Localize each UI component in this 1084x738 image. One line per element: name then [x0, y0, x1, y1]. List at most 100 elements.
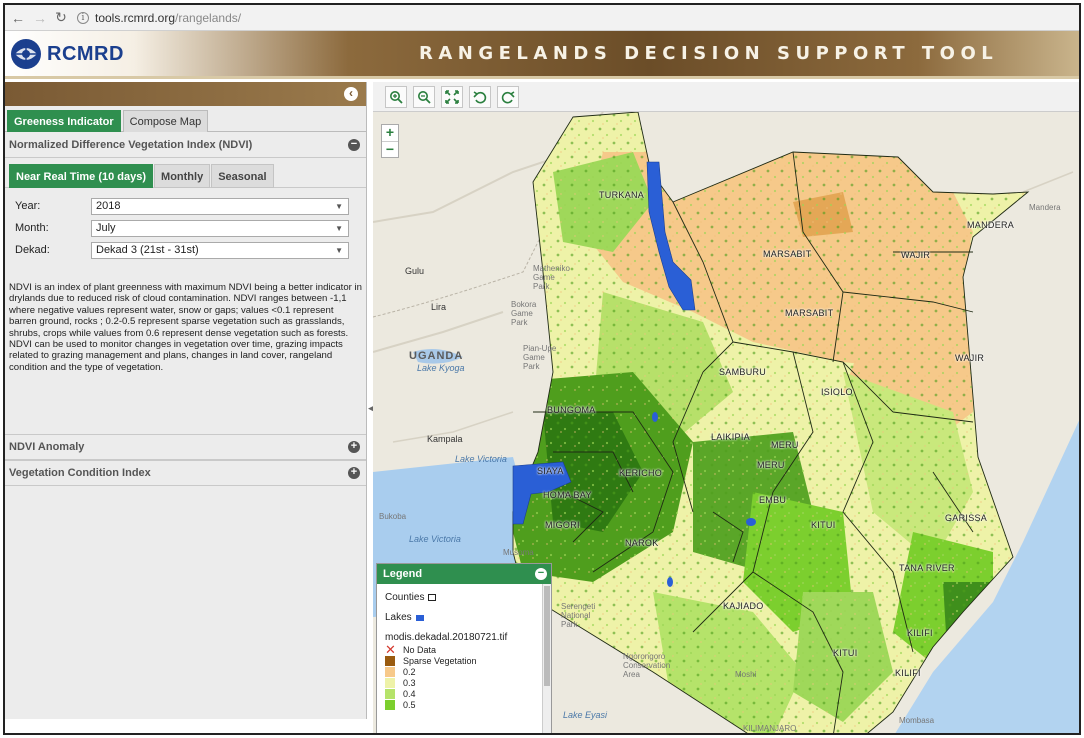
map-label-bokora: Bokora Game Park	[511, 300, 537, 327]
map-label-marsabit-2: MARSABIT	[785, 308, 834, 318]
small-lake	[667, 577, 673, 587]
month-value: July	[96, 221, 116, 234]
rcmrd-logo[interactable]: RCMRD	[9, 37, 124, 71]
legend-swatch	[385, 700, 395, 710]
ndvi-anomaly-section[interactable]: NDVI Anomaly +	[5, 434, 366, 460]
legend-counties-label: Counties	[385, 592, 425, 603]
year-row: Year: 2018 ▼	[5, 196, 366, 216]
map-label-kericho: KERICHO	[619, 468, 663, 478]
collapse-panel-icon[interactable]: ‹	[344, 87, 358, 101]
tab-greeness-indicator[interactable]: Greeness Indicator	[7, 110, 121, 132]
map-label-narok: NAROK	[625, 538, 659, 548]
legend-class-row: 0.5	[385, 700, 551, 710]
map-area[interactable]: + − TURKANA MARSABIT MARSABIT MANDERA WA…	[373, 82, 1079, 733]
legend-class-row: 0.3	[385, 678, 551, 688]
map-label-kajiado: KAJIADO	[723, 601, 764, 611]
map-label-wajir-2: WAJIR	[955, 353, 985, 363]
forward-arrow-icon[interactable]: →	[33, 10, 47, 26]
legend-class-label: 0.3	[403, 678, 416, 688]
legend-class-label: 0.5	[403, 700, 416, 710]
map-zoom-minus-button[interactable]: −	[382, 141, 398, 157]
map-label-turkana: TURKANA	[599, 190, 645, 200]
legend-scroll-thumb[interactable]	[544, 586, 550, 686]
globe-logo-icon	[11, 39, 41, 69]
vci-section[interactable]: Vegetation Condition Index +	[5, 460, 366, 486]
ndvi-section-header[interactable]: Normalized Difference Vegetation Index (…	[5, 132, 366, 158]
legend-swatch	[385, 689, 395, 699]
zoom-out-icon	[418, 90, 431, 104]
dekad-label: Dekad:	[15, 244, 50, 256]
map-label-musoma: Musoma	[503, 548, 534, 557]
year-select[interactable]: 2018 ▼	[91, 197, 349, 215]
map-label-homa-bay: HOMA BAY	[543, 490, 592, 500]
subtab-seasonal[interactable]: Seasonal	[211, 164, 274, 188]
map-label-meru: MERU	[771, 440, 799, 450]
map-label-marsabit: MARSABIT	[763, 249, 812, 259]
lower-sections: NDVI Anomaly + Vegetation Condition Inde…	[5, 434, 366, 486]
redo-button[interactable]	[497, 85, 519, 108]
map-label-meru-2: MERU	[757, 460, 785, 470]
map-label-embu: EMBU	[759, 495, 787, 505]
panel-strip: ‹	[5, 82, 366, 106]
month-select[interactable]: July ▼	[91, 219, 349, 237]
map-label-lake-eyasi: Lake Eyasi	[563, 710, 608, 720]
full-extent-icon	[445, 89, 459, 104]
undo-button[interactable]	[469, 85, 491, 108]
back-arrow-icon[interactable]: ←	[11, 10, 25, 26]
legend-class-label: No Data	[403, 645, 437, 655]
map-label-pian-upe: Pian-Upe Game Park	[523, 344, 557, 371]
ndvi-section-title: Normalized Difference Vegetation Index (…	[9, 138, 253, 151]
map-label-bungoma: BUNGOMA	[547, 405, 596, 415]
legend-swatch	[385, 678, 395, 688]
ndvi-description: NDVI is an index of plant greenness with…	[9, 282, 363, 373]
map-label-kilifi-2: KILIFI	[895, 668, 921, 678]
subtab-monthly[interactable]: Monthly	[154, 164, 211, 188]
map-label-lira: Lira	[431, 302, 447, 312]
minimize-icon[interactable]: −	[535, 568, 547, 580]
browser-bar: ← → ↻ i tools.rcmrd.org/rangelands/	[5, 5, 1079, 31]
expand-plus-icon[interactable]: +	[348, 441, 360, 453]
legend-class-row: 0.2	[385, 667, 551, 677]
map-label-migori: MIGORI	[545, 520, 580, 530]
full-extent-button[interactable]	[441, 85, 463, 108]
legend-class-row: 0.4	[385, 689, 551, 699]
main-tabs: Greeness Indicator Compose Map	[5, 106, 366, 132]
map-label-lake-victoria-2: Lake Victoria	[409, 534, 461, 544]
map-label-kampala: Kampala	[427, 434, 463, 444]
map-label-serengeti: Serengeti National Park	[561, 602, 596, 629]
chevron-down-icon: ▼	[335, 223, 343, 233]
collapse-minus-icon[interactable]: −	[348, 138, 360, 151]
map-label-ngorongoro: Ngorongoro Conservation Area	[623, 652, 671, 679]
address-bar[interactable]: i tools.rcmrd.org/rangelands/	[77, 11, 241, 25]
legend-class-label: Sparse Vegetation	[403, 656, 477, 666]
legend-panel: Legend − Counties Lakes modis.dekadal.20…	[376, 563, 552, 733]
screenshot-frame: ← → ↻ i tools.rcmrd.org/rangelands/ RCMR…	[3, 3, 1081, 735]
chevron-down-icon: ▼	[335, 201, 343, 211]
legend-class-label: 0.4	[403, 689, 416, 699]
map-label-mandera: MANDERA	[967, 220, 1015, 230]
tab-compose-map[interactable]: Compose Map	[122, 110, 209, 132]
info-icon[interactable]: i	[77, 11, 89, 24]
legend-scrollbar[interactable]	[542, 584, 551, 733]
zoom-in-button[interactable]	[385, 85, 407, 108]
map-label-kilifi: KILIFI	[907, 628, 933, 638]
legend-class-row: ✕ No Data	[385, 642, 551, 657]
reload-icon[interactable]: ↻	[55, 9, 67, 26]
map-label-samburu: SAMBURU	[719, 367, 767, 377]
legend-lakes-row: Lakes	[385, 612, 551, 623]
url-host: tools.rcmrd.org	[95, 10, 176, 25]
subtab-near-real-time[interactable]: Near Real Time (10 days)	[9, 164, 154, 188]
app-title: RANGELANDS DECISION SUPPORT TOOL	[419, 43, 999, 64]
dekad-select[interactable]: Dekad 3 (21st - 31st) ▼	[91, 241, 349, 259]
expand-plus-icon[interactable]: +	[348, 467, 360, 479]
map-zoom-plus-button[interactable]: +	[382, 125, 398, 141]
zoom-out-button[interactable]	[413, 85, 435, 108]
redo-icon	[501, 90, 515, 103]
legend-header[interactable]: Legend −	[377, 564, 551, 584]
month-label: Month:	[15, 222, 49, 234]
dekad-row: Dekad: Dekad 3 (21st - 31st) ▼	[5, 240, 366, 260]
county-outline-swatch	[428, 594, 437, 601]
legend-lakes-label: Lakes	[385, 612, 412, 623]
map-label-kitui: KITUI	[811, 520, 836, 530]
no-data-x-icon: ✕	[385, 642, 396, 657]
